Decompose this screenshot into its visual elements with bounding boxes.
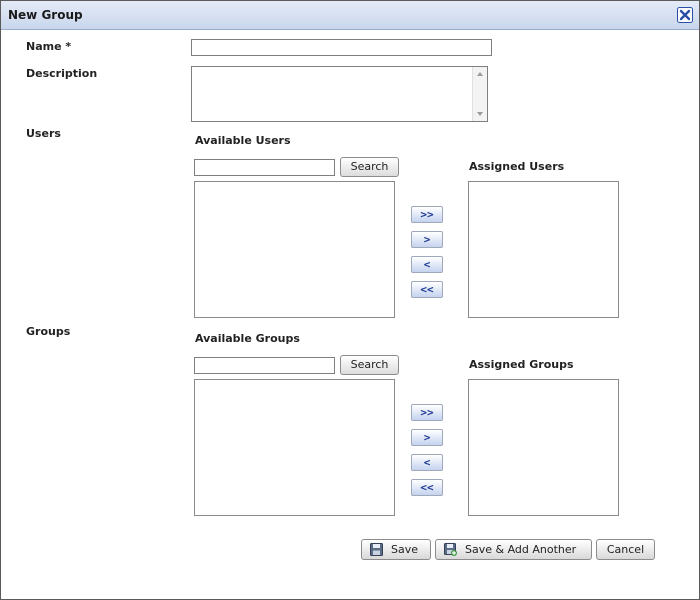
remove-group-button[interactable]: < [411, 454, 443, 471]
scroll-up-icon[interactable] [477, 72, 483, 76]
groups-search-input[interactable] [194, 357, 335, 374]
add-all-users-button[interactable]: >> [411, 206, 443, 223]
dialog-titlebar: New Group [1, 1, 699, 30]
available-users-list[interactable] [194, 181, 395, 318]
remove-all-users-button[interactable]: << [411, 281, 443, 298]
name-label: Name * [26, 40, 72, 53]
save-button[interactable]: Save [361, 539, 431, 560]
new-group-dialog: New Group Name * Description Users Avail… [0, 0, 700, 600]
description-label: Description [26, 67, 98, 80]
available-users-label: Available Users [195, 134, 291, 147]
available-groups-list[interactable] [194, 379, 395, 516]
description-textarea[interactable] [191, 66, 488, 122]
dialog-title: New Group [8, 8, 83, 22]
users-label: Users [26, 127, 61, 140]
name-input[interactable] [191, 39, 492, 56]
floppy-disk-icon [370, 543, 383, 556]
cancel-button[interactable]: Cancel [596, 539, 655, 560]
close-button[interactable] [677, 7, 693, 23]
add-group-button[interactable]: > [411, 429, 443, 446]
users-search-input[interactable] [194, 159, 335, 176]
save-add-another-button[interactable]: Save & Add Another [435, 539, 592, 560]
description-scrollbar[interactable] [472, 67, 487, 121]
assigned-users-list[interactable] [468, 181, 619, 318]
add-user-button[interactable]: > [411, 231, 443, 248]
groups-search-button[interactable]: Search [340, 355, 399, 375]
assigned-groups-list[interactable] [468, 379, 619, 516]
users-search-button[interactable]: Search [340, 157, 399, 177]
available-groups-label: Available Groups [195, 332, 300, 345]
save-button-label: Save [391, 543, 419, 556]
save-add-another-button-label: Save & Add Another [465, 543, 577, 556]
cancel-button-label: Cancel [606, 543, 645, 556]
scroll-down-icon[interactable] [477, 112, 483, 116]
assigned-groups-label: Assigned Groups [469, 358, 574, 371]
floppy-disk-plus-icon [444, 543, 457, 556]
add-all-groups-button[interactable]: >> [411, 404, 443, 421]
groups-label: Groups [26, 325, 71, 338]
close-icon [677, 7, 693, 23]
remove-user-button[interactable]: < [411, 256, 443, 273]
assigned-users-label: Assigned Users [469, 160, 565, 173]
remove-all-groups-button[interactable]: << [411, 479, 443, 496]
